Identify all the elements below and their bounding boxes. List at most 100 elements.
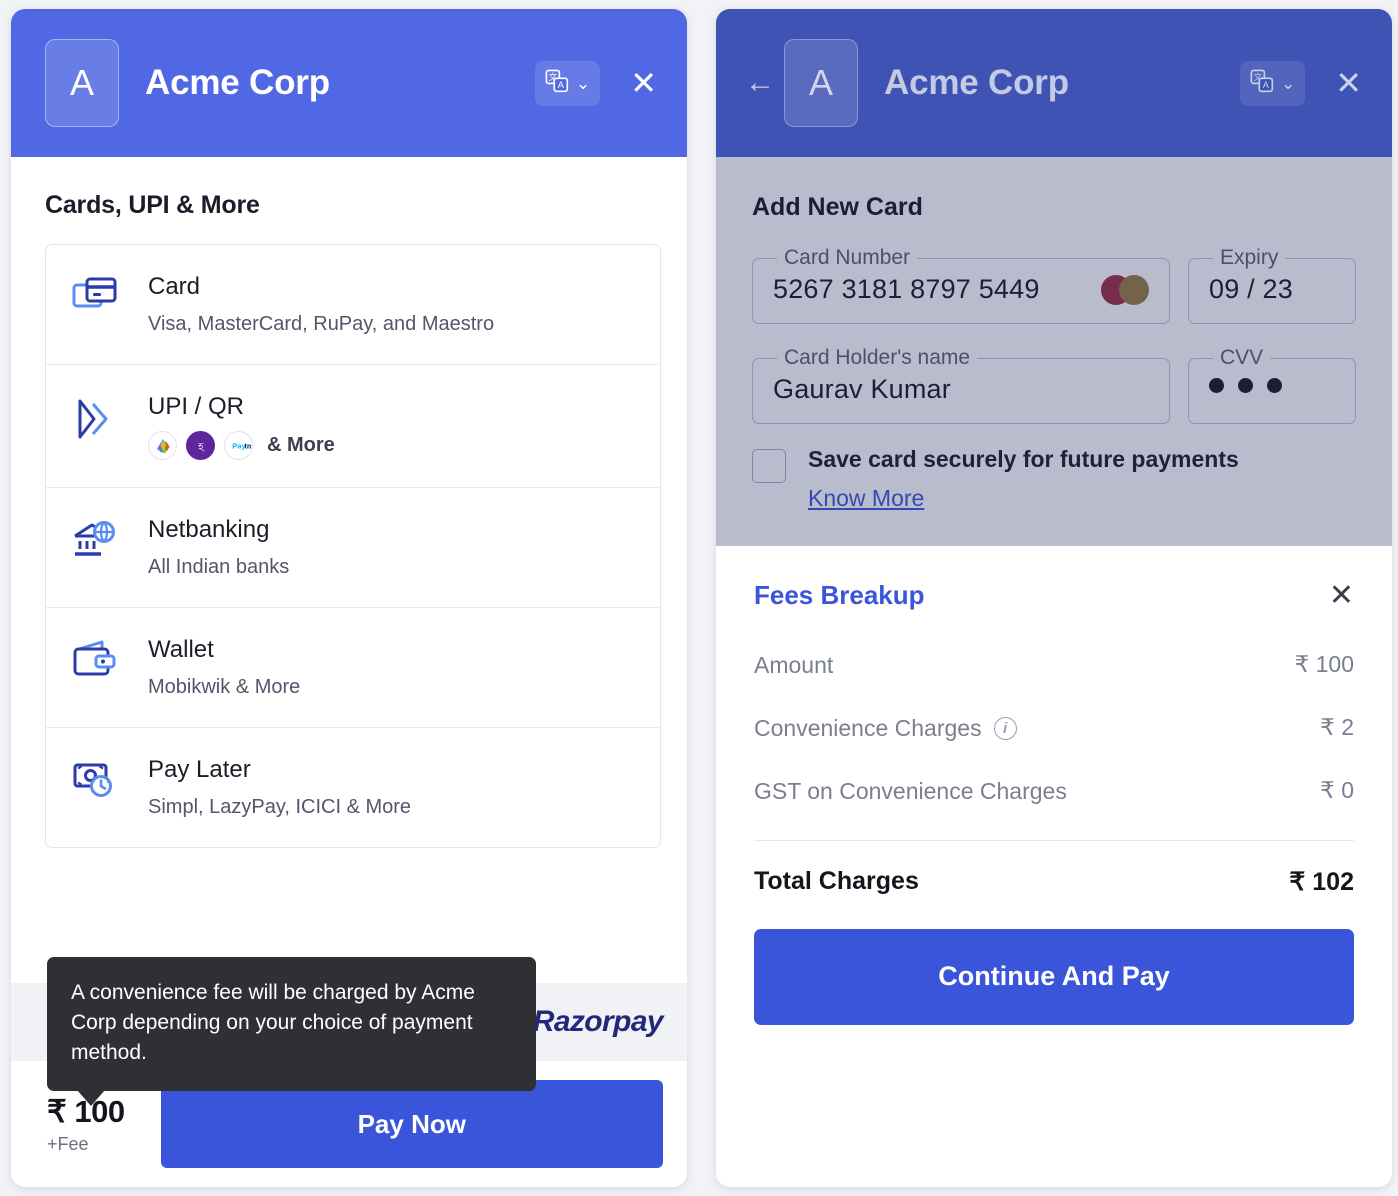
merchant-logo: A [45,39,119,127]
know-more-link[interactable]: Know More [808,485,924,512]
payment-method-subtitle: Visa, MasterCard, RuPay, and Maestro [148,313,495,335]
amount-fee-note[interactable]: +Fee [47,1134,125,1155]
fee-label: Amount [754,652,834,678]
checkout-screenshot: A Acme Corp 文 A ⌄ ✕ Cards, UPI & More Ca… [0,0,1398,1196]
info-icon[interactable]: i [993,717,1017,741]
google-pay-icon [148,431,177,460]
merchant-name: Acme Corp [145,63,330,102]
credit-card-icon [72,272,122,321]
mastercard-icon [1101,274,1149,305]
payment-method-list: Card Visa, MasterCard, RuPay, and Maestr… [45,244,661,848]
payment-method-pay-later-text: Pay Later Simpl, LazyPay, ICICI & More [148,755,411,820]
payment-method-upi[interactable]: UPI / QR হ Pay t & More [46,365,660,488]
left-panel-header: A Acme Corp 文 A ⌄ ✕ [11,9,687,157]
expiry-field[interactable]: Expiry 09 / 23 [1188,246,1356,324]
svg-text:A: A [558,80,565,90]
add-card-title: Add New Card [752,193,923,221]
merchant-logo-letter: A [808,62,833,103]
expiry-label: Expiry [1220,246,1279,269]
back-icon[interactable]: ← [740,68,780,98]
fees-breakup-sheet: Fees Breakup ✕ Amount ₹ 100 Convenience … [716,546,1392,1187]
paytm-icon: Pay tm [224,431,253,460]
card-holder-label: Card Holder's name [784,346,971,369]
payment-method-netbanking[interactable]: Netbanking All Indian banks [46,488,660,608]
total-charges-label: Total Charges [754,867,919,896]
payment-method-netbanking-text: Netbanking All Indian banks [148,515,289,580]
netbanking-bank-globe-icon [72,515,122,566]
continue-and-pay-button[interactable]: Continue And Pay [754,928,1354,1025]
payment-method-title: Card [148,273,201,300]
fee-row-amount: Amount ₹ 100 [754,651,1354,681]
card-holder-value: Gaurav Kumar [773,374,951,404]
total-charges-row: Total Charges ₹ 102 [754,867,1354,897]
add-card-form: Add New Card Card Number 5267 3181 8797 … [716,157,1392,546]
card-number-value-wrap: 5267 3181 8797 5449 [773,270,1149,305]
payment-method-subtitle: Simpl, LazyPay, ICICI & More [148,796,412,818]
payment-method-pay-later[interactable]: Pay Later Simpl, LazyPay, ICICI & More [46,728,660,847]
payment-method-subtitle: All Indian banks [148,556,290,578]
fee-value: ₹ 0 [1320,776,1354,803]
razorpay-wordmark: Razorpay [532,1005,664,1038]
pay-now-button[interactable]: Pay Now [160,1080,663,1168]
payment-method-title: UPI / QR [148,393,245,420]
razorpay-logo: Razorpay [514,1005,664,1039]
total-charges-value: ₹ 102 [1289,867,1354,896]
header-actions: 文 A ⌄ ✕ [1239,60,1366,106]
phonepe-icon: হ [186,431,215,460]
convenience-fee-tooltip: A convenience fee will be charged by Acm… [47,957,536,1107]
save-card-text: Save card securely for future payments K… [808,446,1239,512]
svg-text:A: A [1263,80,1270,90]
save-card-row: Save card securely for future payments K… [752,446,1356,512]
pay-later-clock-icon [72,755,122,804]
payment-method-upi-text: UPI / QR হ Pay t & More [148,392,335,460]
language-selector[interactable]: 文 A ⌄ [1239,60,1306,106]
card-number-field[interactable]: Card Number 5267 3181 8797 5449 [752,246,1170,324]
payment-method-card[interactable]: Card Visa, MasterCard, RuPay, and Maestr… [46,245,660,365]
payment-method-title: Wallet [148,636,214,663]
card-holder-row: Card Holder's name Gaurav Kumar CVV [752,346,1356,424]
fees-breakup-header: Fees Breakup ✕ [754,580,1354,611]
merchant-name: Acme Corp [884,63,1069,102]
fees-breakup-title: Fees Breakup [754,580,925,610]
fee-row-convenience: Convenience Charges i ₹ 2 [754,714,1354,744]
card-number-value: 5267 3181 8797 5449 [773,274,1040,304]
fee-row-gst: GST on Convenience Charges ₹ 0 [754,777,1354,807]
payment-methods-body: Cards, UPI & More Card Visa, MasterCard,… [11,157,687,983]
expiry-value: 09 / 23 [1209,274,1293,304]
merchant-logo: A [784,39,858,127]
payment-method-title: Pay Later [148,756,251,783]
right-panel-header: ← A Acme Corp 文 A ⌄ ✕ [716,9,1392,157]
fee-label: Convenience Charges [754,714,982,741]
section-title: Cards, UPI & More [45,191,260,219]
save-card-label: Save card securely for future payments [808,446,1239,472]
language-selector[interactable]: 文 A ⌄ [534,60,601,106]
fee-value: ₹ 2 [1320,713,1354,740]
chevron-down-icon: ⌄ [575,73,591,93]
upi-chevrons-icon [72,392,122,447]
payment-methods-panel: A Acme Corp 文 A ⌄ ✕ Cards, UPI & More Ca… [11,9,687,1187]
fees-close-icon[interactable]: ✕ [1329,580,1354,611]
payment-method-subtitle: Mobikwik & More [148,676,301,698]
merchant-logo-letter: A [69,62,94,103]
card-holder-field[interactable]: Card Holder's name Gaurav Kumar [752,346,1170,424]
translate-icon: 文 A [1249,68,1275,99]
chevron-down-icon: ⌄ [1280,73,1296,93]
payment-method-card-text: Card Visa, MasterCard, RuPay, and Maestr… [148,272,494,337]
fees-divider [754,839,1354,841]
payment-method-wallet-text: Wallet Mobikwik & More [148,635,300,700]
close-icon[interactable]: ✕ [1331,67,1366,99]
save-card-checkbox[interactable] [752,449,786,483]
payment-method-title: Netbanking [148,516,270,543]
fee-label: GST on Convenience Charges [754,777,1067,804]
payment-method-wallet[interactable]: Wallet Mobikwik & More [46,608,660,728]
card-number-row: Card Number 5267 3181 8797 5449 Expiry 0… [752,246,1356,324]
upi-providers: হ Pay tm & More [148,431,335,460]
cvv-masked-value [1209,370,1335,393]
header-actions: 文 A ⌄ ✕ [534,60,661,106]
close-icon[interactable]: ✕ [626,67,661,99]
card-number-label: Card Number [784,246,911,269]
wallet-icon [72,635,122,684]
cvv-field[interactable]: CVV [1188,346,1356,424]
translate-icon: 文 A [544,68,570,99]
svg-text:tm: tm [244,442,251,451]
